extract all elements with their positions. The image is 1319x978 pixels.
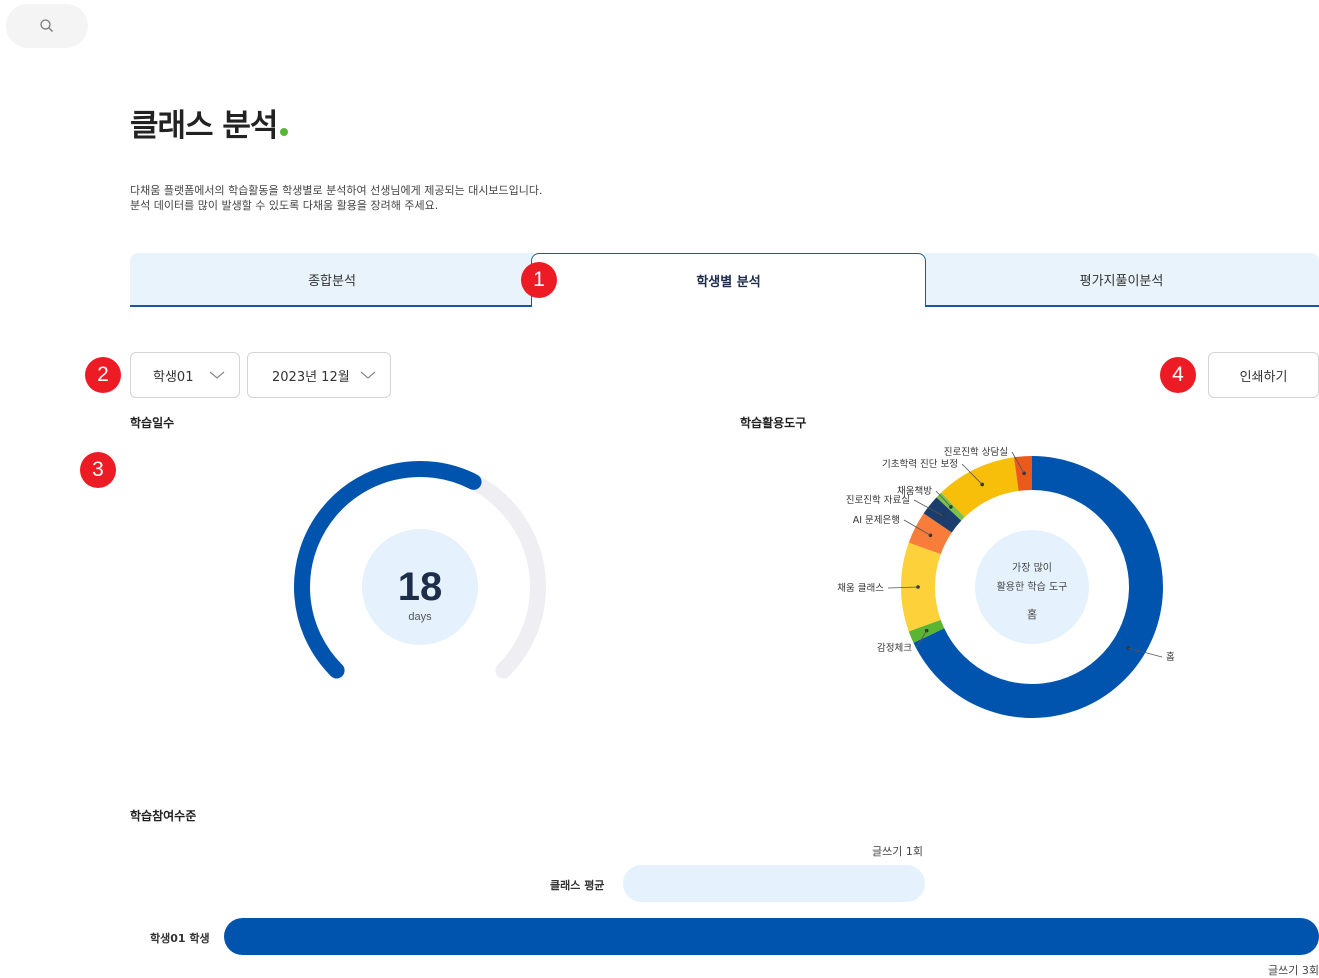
month-select-value: 2023년 12월 (272, 369, 350, 385)
tab-overall[interactable]: 종합분석 (130, 253, 534, 307)
student-select[interactable]: 학생01 (130, 352, 240, 398)
participation-title: 학습참여수준 (130, 809, 197, 823)
search-button[interactable] (6, 4, 88, 48)
tab-worksheet[interactable]: 평가지풀이분석 (924, 253, 1319, 307)
class-avg-caption: 글쓰기 1회 (872, 845, 923, 858)
donut-center-line2: 활용한 학습 도구 (997, 580, 1068, 593)
tool-usage-title: 학습활용도구 (740, 416, 807, 430)
donut-label-5: 채움책방 (897, 486, 932, 497)
description-line-1: 다채움 플랫폼에서의 학습활동을 학생별로 분석하여 선생님에게 제공되는 대시… (130, 184, 543, 197)
donut-label-2: 채움 클래스 (837, 583, 884, 594)
learning-days-title: 학습일수 (130, 416, 175, 430)
title-dot (280, 128, 289, 136)
donut-label-0: 홈 (1166, 651, 1175, 663)
learning-days-unit: days (408, 611, 432, 623)
tool-usage-donut-chart: 홈감정체크채움 클래스AI 문제은행진로진학 자료실채움책방기초학력 진단 보정… (837, 446, 1175, 718)
learning-days-value: 18 (398, 565, 443, 609)
donut-label-3: AI 문제은행 (853, 514, 900, 526)
donut-label-6: 기초학력 진단 보정 (882, 458, 958, 470)
donut-leader-dot-4 (941, 513, 945, 518)
donut-leader-dot-3 (928, 533, 933, 538)
print-button[interactable]: 인쇄하기 (1208, 352, 1319, 398)
student-caption: 글쓰기 3회 (1268, 964, 1319, 977)
marker-4: 4 (1160, 357, 1196, 393)
tab-worksheet-label: 평가지풀이분석 (1079, 273, 1164, 289)
donut-leader-dot-7 (1022, 471, 1026, 476)
search-icon (40, 19, 53, 32)
donut-center-line1: 가장 많이 (1012, 562, 1052, 574)
student-select-value: 학생01 (153, 369, 194, 385)
print-button-label: 인쇄하기 (1239, 369, 1288, 385)
page-title: 클래스 분석 (130, 100, 289, 145)
chevron-down-icon (360, 371, 376, 379)
tab-student[interactable]: 학생별 분석 (531, 253, 926, 307)
month-select[interactable]: 2023년 12월 (247, 352, 391, 398)
student-label: 학생01 학생 (150, 932, 210, 945)
donut-label-7: 진로진학 상담실 (944, 446, 1008, 458)
marker-3: 3 (80, 452, 116, 488)
student-bar (224, 918, 1319, 955)
description-line-2: 분석 데이터를 많이 발생할 수 있도록 다채움 활용을 장려해 주세요. (130, 199, 439, 212)
tab-overall-label: 종합분석 (308, 273, 356, 289)
page-title-text: 클래스 분석 (130, 108, 278, 144)
donut-label-1: 감정체크 (877, 642, 912, 654)
tab-student-label: 학생별 분석 (696, 275, 761, 290)
learning-days-gauge: 18 days (294, 461, 546, 679)
marker-2: 2 (85, 357, 121, 393)
marker-1: 1 (521, 262, 557, 298)
donut-center-value: 홈 (1027, 607, 1037, 621)
class-avg-label: 클래스 평균 (550, 879, 605, 892)
class-avg-bar (623, 865, 925, 902)
chevron-down-icon (209, 371, 225, 379)
page-description: 다채움 플랫폼에서의 학습활동을 학생별로 분석하여 선생님에게 제공되는 대시… (130, 183, 543, 213)
